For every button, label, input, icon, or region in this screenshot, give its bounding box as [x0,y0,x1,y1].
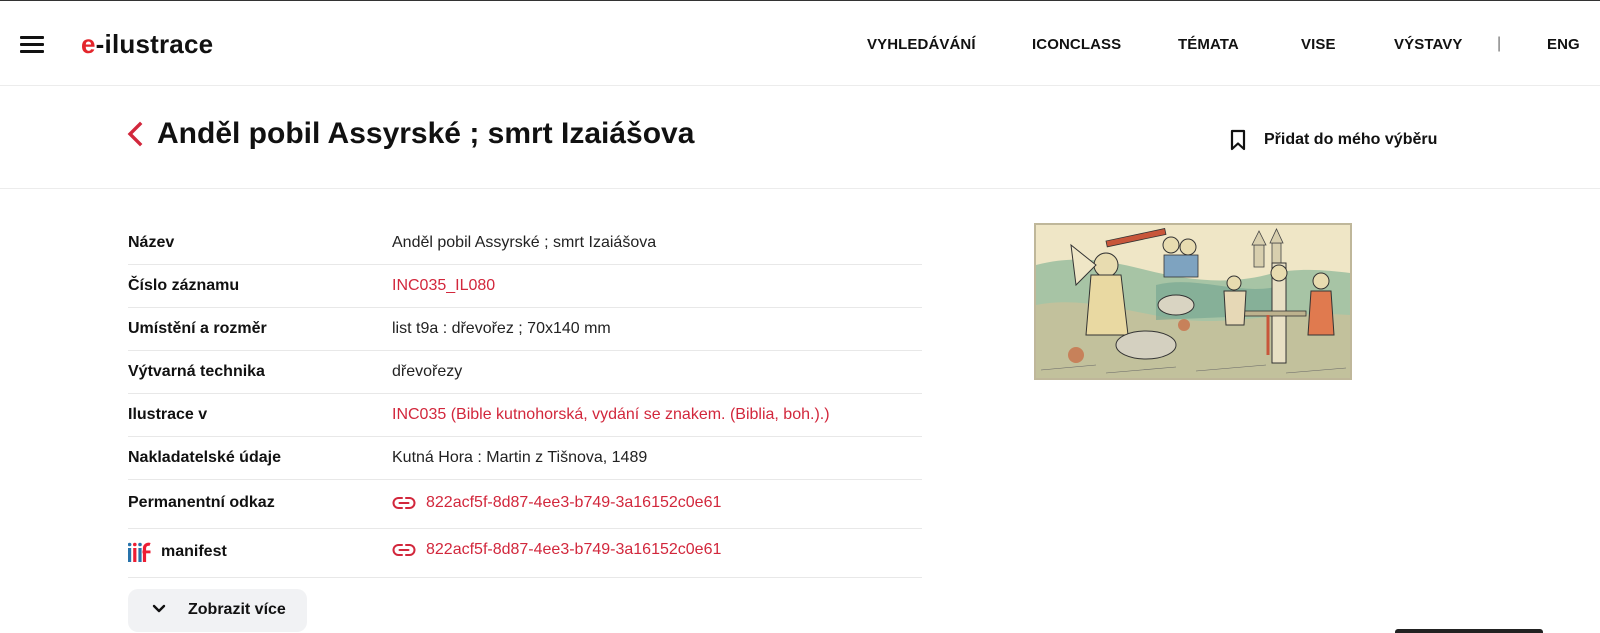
link-icon [392,544,416,556]
chevron-left-icon [127,121,143,147]
artwork-image[interactable] [1034,223,1352,380]
nav-separator: | [1497,35,1502,52]
iiif-logo-icon [128,542,152,562]
add-to-selection-label: Přidat do mého výběru [1264,131,1438,148]
nav-iconclass[interactable]: ICONCLASS [1032,36,1121,53]
floating-panel-edge [1395,629,1543,633]
record-number-link[interactable]: INC035_IL080 [392,277,495,295]
row-label: Permanentní odkaz [128,494,275,511]
manifest-link[interactable]: 822acf5f-8d87-4ee3-b749-3a16152c0e61 [392,541,721,559]
row-label: Ilustrace v [128,406,208,423]
back-button[interactable] [124,119,146,149]
row-label: Nakladatelské údaje [128,449,281,466]
table-row: Ilustrace v INC035 (Bible kutnohorská, v… [128,394,922,437]
permanent-link-text: 822acf5f-8d87-4ee3-b749-3a16152c0e61 [426,494,722,511]
table-row: Výtvarná technika dřevořezy [128,351,922,394]
woodcut-illustration [1036,225,1350,378]
nav-temata[interactable]: TÉMATA [1178,36,1239,53]
show-more-label: Zobrazit více [188,601,286,618]
title-bar: Anděl pobil Assyrské ; smrt Izaiášova Př… [0,87,1600,189]
show-more-button[interactable]: Zobrazit více [128,589,307,632]
metadata-table: Název Anděl pobil Assyrské ; smrt Izaiáš… [128,222,922,578]
nav-vise[interactable]: VISE [1301,36,1336,53]
bookmark-icon [1230,129,1246,151]
row-value: list t9a : dřevořez ; 70x140 mm [392,320,611,337]
hamburger-menu-icon[interactable] [20,36,44,54]
site-header: e-ilustrace VYHLEDÁVÁNÍ ICONCLASS TÉMATA… [0,1,1600,86]
permanent-link[interactable]: 822acf5f-8d87-4ee3-b749-3a16152c0e61 [392,494,721,512]
logo-e: e [81,29,96,59]
row-label: Číslo záznamu [128,277,240,294]
table-row: manifest 822acf5f-8d87-4ee3-b749-3a16152… [128,529,922,578]
table-row: Nakladatelské údaje Kutná Hora : Martin … [128,437,922,480]
table-row: Permanentní odkaz 822acf5f-8d87-4ee3-b74… [128,480,922,529]
nav-vystavy[interactable]: VÝSTAVY [1394,36,1463,53]
manifest-label: manifest [161,543,227,560]
row-label: Výtvarná technika [128,363,265,380]
table-row: Umístění a rozměr list t9a : dřevořez ; … [128,308,922,351]
page-title: Anděl pobil Assyrské ; smrt Izaiášova [157,117,695,150]
chevron-down-icon [152,604,166,613]
add-to-selection-button[interactable]: Přidat do mého výběru [1230,128,1437,152]
row-value: Kutná Hora : Martin z Tišnova, 1489 [392,449,648,466]
row-value: Anděl pobil Assyrské ; smrt Izaiášova [392,234,657,251]
row-label: Název [128,234,175,251]
manifest-link-text: 822acf5f-8d87-4ee3-b749-3a16152c0e61 [426,541,722,558]
table-row: Číslo záznamu INC035_IL080 [128,265,922,308]
table-row: Název Anděl pobil Assyrské ; smrt Izaiáš… [128,222,922,265]
row-label: Umístění a rozměr [128,320,267,337]
language-switch[interactable]: ENG [1547,36,1580,53]
row-value: dřevořezy [392,363,463,380]
logo-text: -ilustrace [95,29,214,59]
illustration-source-link[interactable]: INC035 (Bible kutnohorská, vydání se zna… [392,406,830,424]
nav-vyhledavani[interactable]: VYHLEDÁVÁNÍ [867,36,976,53]
site-logo[interactable]: e-ilustrace [81,28,213,60]
manifest-label-wrap: manifest [128,542,227,562]
link-icon [392,497,416,509]
